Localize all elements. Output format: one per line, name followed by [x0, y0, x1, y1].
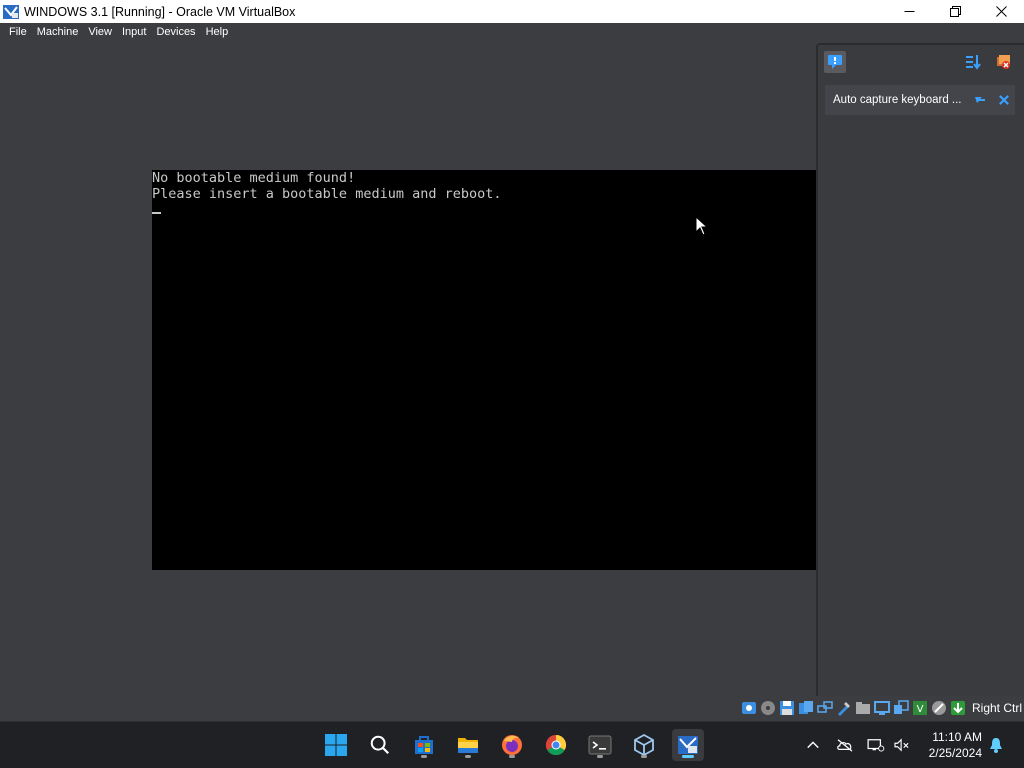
minimize-icon	[904, 11, 914, 12]
text-cursor	[152, 212, 161, 214]
notification-message: Auto capture keyboard ...	[833, 94, 962, 106]
usb-icon[interactable]	[836, 700, 852, 716]
volume-tray[interactable]	[892, 735, 912, 755]
minimize-button[interactable]	[886, 0, 932, 23]
close-icon	[999, 95, 1009, 105]
taskbar-firefox[interactable]	[496, 729, 528, 761]
start-button[interactable]	[320, 729, 352, 761]
store-icon	[415, 736, 433, 754]
notification-panel-header	[818, 45, 1024, 79]
vm-status-bar: V Right Ctrl	[0, 696, 1024, 721]
optical-drive-icon[interactable]	[760, 700, 776, 716]
window-title: WINDOWS 3.1 [Running] - Oracle VM Virtua…	[24, 4, 296, 19]
taskbar-file-explorer[interactable]	[452, 729, 484, 761]
sort-notifications-button[interactable]	[962, 51, 984, 73]
onedrive-tray[interactable]	[835, 735, 855, 755]
title-bar[interactable]: WINDOWS 3.1 [Running] - Oracle VM Virtua…	[0, 0, 1024, 23]
floppy-icon[interactable]	[779, 700, 795, 716]
menu-devices[interactable]: Devices	[151, 23, 200, 42]
search-icon	[370, 735, 390, 755]
maximize-button[interactable]	[932, 0, 978, 23]
menu-help[interactable]: Help	[201, 23, 234, 42]
clock-date: 2/25/2024	[928, 746, 982, 760]
recording-icon[interactable]	[893, 700, 909, 716]
mouse-integration-icon[interactable]	[931, 700, 947, 716]
notification-close-button[interactable]	[997, 93, 1011, 107]
network-tray[interactable]	[866, 735, 886, 755]
notifications-button[interactable]	[986, 735, 1006, 755]
taskbar-virtualbox[interactable]	[628, 729, 660, 761]
taskbar-terminal[interactable]	[584, 729, 616, 761]
vm-display[interactable]: No bootable medium found! Please insert a…	[152, 170, 816, 570]
display-icon[interactable]	[874, 700, 890, 716]
sort-icon	[966, 55, 981, 70]
chevron-up-icon	[807, 741, 819, 749]
notification-help-button[interactable]	[973, 93, 987, 107]
shared-folders-icon[interactable]	[855, 700, 871, 716]
running-indicator	[421, 755, 427, 758]
notification-item[interactable]: Auto capture keyboard ...	[825, 85, 1015, 115]
search-button[interactable]	[364, 729, 396, 761]
file-explorer-icon	[458, 738, 478, 753]
window-controls	[886, 0, 1024, 23]
menu-file[interactable]: File	[4, 23, 32, 42]
pin-icon	[975, 97, 985, 103]
vm-cpu-icon[interactable]: V	[912, 700, 928, 716]
bell-icon	[990, 738, 1002, 753]
menu-view[interactable]: View	[83, 23, 117, 42]
boot-message: No bootable medium found! Please insert a…	[152, 170, 502, 202]
clock-time: 11:10 AM	[932, 730, 982, 744]
show-hidden-icons-button[interactable]	[803, 735, 823, 755]
taskbar-store[interactable]	[408, 729, 440, 761]
restore-icon	[949, 6, 961, 17]
vm-window-icon	[678, 736, 698, 754]
hard-disk-icon[interactable]	[741, 700, 757, 716]
running-indicator	[465, 755, 471, 758]
taskbar-clock[interactable]: 11:10 AM 2/25/2024	[929, 729, 982, 761]
virtualbox-icon	[634, 733, 654, 757]
taskbar-vm-window[interactable]	[672, 729, 704, 761]
menu-input[interactable]: Input	[117, 23, 151, 42]
menu-machine[interactable]: Machine	[32, 23, 84, 42]
device-status-icons: V	[741, 700, 966, 716]
close-button[interactable]	[978, 0, 1024, 23]
network-icon[interactable]	[817, 700, 833, 716]
audio-icon[interactable]	[798, 700, 814, 716]
host-key-label: Right Ctrl	[971, 701, 1022, 715]
windows-taskbar: 11:10 AM 2/25/2024	[0, 721, 1024, 768]
boot-message-line-1: No bootable medium found!	[152, 170, 356, 186]
boot-message-line-2: Please insert a bootable medium and rebo…	[152, 186, 502, 202]
network-disconnected-icon	[867, 739, 885, 752]
running-indicator	[597, 755, 603, 758]
svg-text:V: V	[917, 704, 924, 715]
firefox-icon	[502, 735, 522, 755]
volume-muted-icon	[894, 738, 909, 752]
menu-bar: File Machine View Input Devices Help	[0, 23, 1024, 42]
chrome-icon	[545, 734, 567, 756]
notification-center: Auto capture keyboard ...	[816, 43, 1024, 696]
virtualbox-window: WINDOWS 3.1 [Running] - Oracle VM Virtua…	[0, 0, 1024, 768]
mouse-pointer-icon	[695, 216, 709, 236]
running-indicator	[641, 755, 647, 758]
notification-toggle-button[interactable]	[824, 51, 846, 73]
host-key-icon[interactable]	[950, 700, 966, 716]
clear-all-icon	[997, 55, 1010, 69]
virtualbox-app-icon	[2, 3, 20, 21]
start-icon	[325, 734, 347, 756]
active-indicator	[682, 755, 694, 758]
running-indicator	[509, 755, 515, 758]
message-icon	[828, 55, 842, 69]
taskbar-chrome[interactable]	[540, 729, 572, 761]
cloud-offline-icon	[837, 739, 853, 752]
close-icon	[995, 6, 1007, 17]
terminal-icon	[588, 735, 612, 755]
clear-notifications-button[interactable]	[992, 51, 1014, 73]
